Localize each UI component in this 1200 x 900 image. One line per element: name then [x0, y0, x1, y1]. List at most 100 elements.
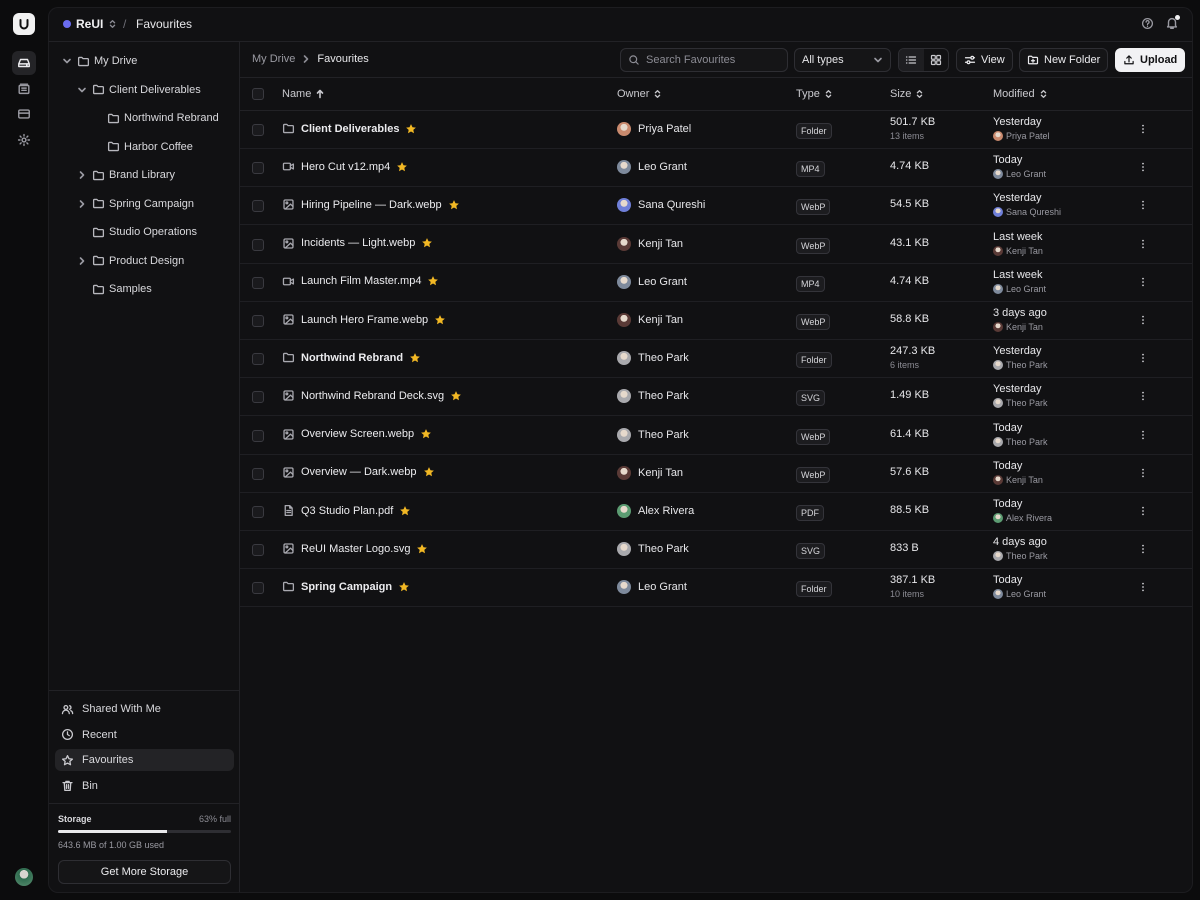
- sidebar-item-shared-with-me[interactable]: Shared With Me: [55, 698, 234, 720]
- row-menu-button[interactable]: [1137, 276, 1149, 288]
- breadcrumb-root[interactable]: My Drive: [252, 53, 295, 65]
- row-menu-button[interactable]: [1137, 123, 1149, 135]
- file-name-cell[interactable]: Overview — Dark.webp: [282, 466, 435, 479]
- file-name-cell[interactable]: Hero Cut v12.mp4: [282, 160, 408, 173]
- row-checkbox[interactable]: [252, 315, 264, 327]
- star-icon[interactable]: [398, 581, 410, 593]
- row-checkbox[interactable]: [252, 544, 264, 557]
- row-checkbox[interactable]: [252, 200, 264, 213]
- column-size[interactable]: Size: [890, 88, 924, 100]
- workspace-switcher[interactable]: ReUI: [63, 17, 117, 31]
- sidebar-item-recent[interactable]: Recent: [55, 724, 234, 746]
- chevron-down-icon[interactable]: [76, 84, 88, 96]
- row-checkbox[interactable]: [252, 162, 264, 175]
- star-icon[interactable]: [421, 237, 433, 249]
- table-row[interactable]: Hero Cut v12.mp4 Leo Grant MP4 4.74 KB T…: [240, 149, 1192, 188]
- row-menu-button[interactable]: [1137, 467, 1149, 479]
- help-icon[interactable]: [1141, 17, 1154, 30]
- row-checkbox[interactable]: [252, 582, 264, 595]
- table-row[interactable]: Overview — Dark.webp Kenji Tan WebP 57.6…: [240, 455, 1192, 493]
- star-icon[interactable]: [423, 466, 435, 478]
- table-row[interactable]: Overview Screen.webp Theo Park WebP 61.4…: [240, 417, 1192, 455]
- sidebar-item-bin[interactable]: Bin: [55, 775, 234, 797]
- user-avatar[interactable]: [15, 868, 33, 886]
- file-name-cell[interactable]: Hiring Pipeline — Dark.webp: [282, 198, 460, 211]
- tree-item[interactable]: Studio Operations: [76, 221, 197, 243]
- app-logo-icon[interactable]: [13, 13, 35, 35]
- column-modified[interactable]: Modified: [993, 88, 1048, 100]
- row-menu-button[interactable]: [1137, 314, 1149, 326]
- tree-item[interactable]: Harbor Coffee: [91, 136, 193, 158]
- table-row[interactable]: Q3 Studio Plan.pdf Alex Rivera PDF 88.5 …: [240, 493, 1192, 531]
- star-icon[interactable]: [409, 352, 421, 364]
- tree-item[interactable]: Spring Campaign: [76, 193, 194, 215]
- row-menu-button[interactable]: [1137, 429, 1149, 441]
- row-checkbox[interactable]: [252, 124, 264, 136]
- row-checkbox[interactable]: [252, 391, 264, 404]
- tree-item[interactable]: Client Deliverables: [76, 79, 201, 101]
- tree-item[interactable]: Northwind Rebrand: [91, 107, 219, 129]
- row-checkbox[interactable]: [252, 238, 264, 251]
- star-icon[interactable]: [405, 123, 417, 135]
- list-view-button[interactable]: [899, 49, 924, 71]
- table-row[interactable]: Incidents — Light.webp Kenji Tan WebP 43…: [240, 226, 1192, 264]
- row-checkbox[interactable]: [252, 353, 264, 366]
- star-icon[interactable]: [416, 543, 428, 555]
- type-filter-select[interactable]: All types: [794, 48, 891, 72]
- row-checkbox[interactable]: [252, 506, 264, 518]
- column-name[interactable]: Name: [282, 88, 325, 100]
- row-checkbox[interactable]: [252, 467, 264, 480]
- get-more-storage-button[interactable]: Get More Storage: [58, 860, 231, 884]
- file-name-cell[interactable]: Northwind Rebrand Deck.svg: [282, 389, 462, 402]
- row-menu-button[interactable]: [1137, 505, 1149, 517]
- table-row[interactable]: Launch Film Master.mp4 Leo Grant MP4 4.7…: [240, 264, 1192, 302]
- row-menu-button[interactable]: [1137, 352, 1149, 364]
- chevron-right-icon[interactable]: [76, 169, 88, 181]
- file-name-cell[interactable]: Incidents — Light.webp: [282, 237, 433, 250]
- row-menu-button[interactable]: [1137, 199, 1149, 211]
- row-menu-button[interactable]: [1137, 161, 1149, 173]
- star-icon[interactable]: [396, 161, 408, 173]
- tree-item[interactable]: Product Design: [76, 250, 184, 272]
- table-row[interactable]: Northwind Rebrand Deck.svg Theo Park SVG…: [240, 378, 1192, 417]
- row-menu-button[interactable]: [1137, 543, 1149, 555]
- bell-icon[interactable]: [1165, 15, 1180, 30]
- row-checkbox[interactable]: [252, 276, 264, 289]
- star-icon[interactable]: [434, 314, 446, 326]
- star-icon[interactable]: [450, 390, 462, 402]
- card-icon[interactable]: [12, 102, 36, 126]
- file-name-cell[interactable]: Northwind Rebrand: [282, 351, 421, 364]
- table-row[interactable]: Client Deliverables Priya Patel Folder 5…: [240, 111, 1192, 149]
- star-icon[interactable]: [420, 428, 432, 440]
- grid-view-button[interactable]: [924, 49, 949, 71]
- tree-item[interactable]: Brand Library: [76, 164, 175, 186]
- file-name-cell[interactable]: Launch Hero Frame.webp: [282, 313, 446, 326]
- chevron-right-icon[interactable]: [76, 255, 88, 267]
- row-menu-button[interactable]: [1137, 390, 1149, 402]
- file-name-cell[interactable]: Q3 Studio Plan.pdf: [282, 504, 411, 517]
- chevron-down-icon[interactable]: [61, 55, 73, 67]
- tree-item[interactable]: Samples: [76, 278, 152, 300]
- table-row[interactable]: Launch Hero Frame.webp Kenji Tan WebP 58…: [240, 302, 1192, 340]
- chevron-right-icon[interactable]: [76, 198, 88, 210]
- drive-icon[interactable]: [12, 51, 36, 75]
- search-box[interactable]: [620, 48, 788, 72]
- table-row[interactable]: Hiring Pipeline — Dark.webp Sana Qureshi…: [240, 187, 1192, 226]
- star-icon[interactable]: [427, 275, 439, 287]
- view-options-button[interactable]: View: [956, 48, 1013, 72]
- table-row[interactable]: Spring Campaign Leo Grant Folder 387.1 K…: [240, 569, 1192, 608]
- star-icon[interactable]: [448, 199, 460, 211]
- archive-icon[interactable]: [12, 77, 36, 101]
- search-input[interactable]: [646, 54, 776, 66]
- star-icon[interactable]: [399, 505, 411, 517]
- file-name-cell[interactable]: Launch Film Master.mp4: [282, 275, 439, 288]
- gear-icon[interactable]: [12, 128, 36, 152]
- column-owner[interactable]: Owner: [617, 88, 662, 100]
- file-name-cell[interactable]: Spring Campaign: [282, 580, 410, 593]
- column-type[interactable]: Type: [796, 88, 833, 100]
- file-name-cell[interactable]: Client Deliverables: [282, 122, 417, 135]
- select-all-checkbox[interactable]: [252, 88, 264, 100]
- new-folder-button[interactable]: New Folder: [1019, 48, 1109, 72]
- row-checkbox[interactable]: [252, 429, 264, 442]
- file-name-cell[interactable]: ReUI Master Logo.svg: [282, 542, 428, 555]
